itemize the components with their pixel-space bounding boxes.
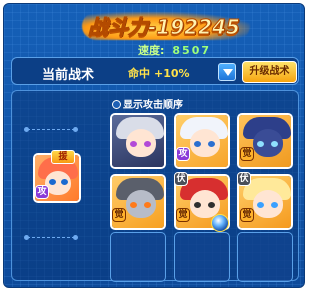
guard-badge: 伏 <box>174 172 188 186</box>
divider-top <box>24 127 78 132</box>
leader-icon <box>211 214 229 232</box>
attack-badge: 攻 <box>176 147 190 161</box>
awaken-badge: 觉 <box>176 208 190 222</box>
hero-slot-r1c1[interactable] <box>110 113 166 169</box>
upgrade-tactic-button[interactable]: 升级战术 <box>242 61 297 83</box>
awaken-badge: 觉 <box>240 208 254 222</box>
tactic-hit-bonus: 命中 +10% <box>128 65 190 81</box>
current-tactic-title: 当前战术 <box>42 68 95 83</box>
hit-label: 命中 <box>128 67 150 80</box>
formation-window: 战斗力-192245 速度: 8507 当前战术 命中 +10% 升级战术 显示攻击… <box>3 3 305 288</box>
awaken-badge: 觉 <box>240 147 254 161</box>
guard-badge: 伏 <box>237 172 251 186</box>
combat-power: 战斗力-192245 <box>82 8 250 42</box>
empty-slot-r3c2[interactable] <box>174 232 230 282</box>
divider-bottom <box>24 235 78 240</box>
hit-value: +10% <box>154 67 190 80</box>
show-order-label: 显示攻击顺序 <box>123 100 183 111</box>
show-attack-order-toggle[interactable]: 显示攻击顺序 <box>112 96 183 111</box>
awaken-badge: 觉 <box>112 208 126 222</box>
speed-value: 8507 <box>172 44 212 57</box>
empty-slot-r3c3[interactable] <box>237 232 293 282</box>
radio-icon[interactable] <box>112 100 121 109</box>
chevron-down-icon <box>223 69 233 76</box>
tactic-bar: 当前战术 命中 +10% 升级战术 <box>11 57 299 85</box>
empty-slot-r3c1[interactable] <box>110 232 166 282</box>
speed-label: 速度: <box>138 44 165 57</box>
attack-badge: 攻 <box>35 185 49 199</box>
tactic-dropdown-button[interactable] <box>218 63 236 81</box>
speed-readout: 速度: 8507 <box>138 42 212 57</box>
combat-power-value: 战斗力-192245 <box>88 15 241 40</box>
assist-badge: 援 <box>51 150 75 164</box>
